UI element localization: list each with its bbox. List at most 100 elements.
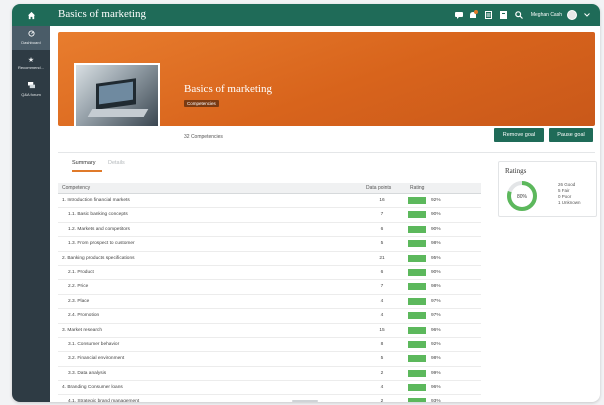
- chat-icon[interactable]: [454, 10, 464, 20]
- tab-summary[interactable]: Summary: [72, 160, 96, 166]
- competency-name: 3.2. Financial environment: [68, 356, 125, 362]
- top-bar: Basics of marketing Meghan Cash: [12, 4, 600, 26]
- table-row[interactable]: 3. Market research 15 96%: [58, 324, 481, 338]
- ratings-donut-chart: 80%: [507, 181, 537, 211]
- table-row[interactable]: 3.1. Consumer behavior 8 92%: [58, 338, 481, 353]
- competency-name: 2.1. Product: [68, 269, 94, 275]
- rating-bar: [408, 197, 426, 204]
- table-row[interactable]: 2.4. Promotion 4 97%: [58, 309, 481, 324]
- table-row[interactable]: 2. Banking products specifications 21 95%: [58, 252, 481, 266]
- horizontal-scrollbar[interactable]: [292, 400, 318, 402]
- data-points-value: 2: [380, 370, 384, 376]
- table-header: Competency Data points Rating: [58, 183, 481, 194]
- table-row[interactable]: 4. Branding Consumer loans 4 96%: [58, 381, 481, 396]
- document-icon[interactable]: [484, 10, 494, 20]
- remove-goal-button[interactable]: Remove goal: [494, 128, 544, 142]
- data-points-value: 5: [380, 356, 384, 362]
- data-points-value: 16: [379, 198, 385, 203]
- data-points-value: 7: [380, 284, 384, 290]
- rating-percent: 98%: [431, 284, 441, 290]
- sidebar-item-dashboard[interactable]: Dashboard: [12, 26, 50, 50]
- pause-goal-button[interactable]: Pause goal: [549, 128, 593, 142]
- book-icon[interactable]: [499, 10, 509, 20]
- competency-name: 4.1. Strategic brand management: [68, 399, 140, 402]
- app-title: Basics of marketing: [58, 8, 146, 20]
- rating-percent: 90%: [431, 269, 441, 275]
- donut-percent: 80%: [517, 194, 528, 200]
- rating-percent: 98%: [431, 356, 441, 362]
- competency-name: 2.3. Place: [68, 298, 90, 304]
- rating-bar: [408, 211, 426, 219]
- competency-count: 32 Competencies: [184, 134, 223, 140]
- rating-bar: [408, 283, 426, 291]
- rating-percent: 93%: [431, 399, 441, 402]
- tab-details[interactable]: Details: [108, 160, 125, 166]
- forum-icon: [27, 82, 35, 92]
- competency-name: 1.2. Markets and competitors: [68, 226, 130, 232]
- table-row[interactable]: 2.1. Product 6 90%: [58, 266, 481, 281]
- rating-percent: 92%: [431, 341, 441, 347]
- rating-percent: 96%: [431, 327, 441, 333]
- table-row[interactable]: 1.2. Markets and competitors 6 90%: [58, 223, 481, 238]
- table-row[interactable]: 3.3. Data analysis 2 99%: [58, 367, 481, 382]
- rating-bar: [408, 297, 426, 305]
- data-points-value: 21: [379, 255, 385, 261]
- table-row[interactable]: 1.1. Basic banking concepts 7 90%: [58, 208, 481, 223]
- data-points-value: 5: [380, 241, 384, 247]
- home-icon[interactable]: [12, 4, 50, 26]
- rating-percent: 92%: [431, 198, 441, 203]
- rating-bar: [408, 326, 426, 334]
- ratings-legend: 26 Good 5 Fair 0 Poor 1 Unknown: [558, 182, 581, 206]
- table-row[interactable]: 3.2. Financial environment 5 98%: [58, 352, 481, 367]
- rating-bar: [408, 355, 426, 363]
- column-header-rating[interactable]: Rating: [410, 185, 424, 191]
- rating-percent: 99%: [431, 370, 441, 376]
- table-row[interactable]: 1.3. From prospect to customer 5 98%: [58, 237, 481, 252]
- rating-percent: 97%: [431, 298, 441, 304]
- sidebar-item-label: Q&A forum: [21, 92, 41, 97]
- table-body: 1. Introduction financial markets 16 92% 1.…: [58, 194, 481, 402]
- rating-bar: [408, 398, 426, 402]
- rating-bar: [408, 240, 426, 248]
- competency-table: Competency Data points Rating 1. Introdu…: [58, 183, 481, 402]
- column-header-data-points[interactable]: Data points: [366, 185, 391, 191]
- competency-name: 3. Market research: [62, 327, 102, 333]
- ratings-panel: Ratings 80% 26 Good 5 Fair 0 Poor 1 Unkn…: [498, 161, 597, 217]
- table-row[interactable]: 2.2. Price 7 98%: [58, 280, 481, 295]
- rating-percent: 90%: [431, 226, 441, 232]
- competency-name: 2.2. Price: [68, 284, 89, 290]
- ratings-title: Ratings: [505, 167, 527, 175]
- star-icon: ★: [27, 57, 35, 64]
- rating-bar: [408, 254, 426, 262]
- sidebar-item-label: Recommend...: [17, 65, 44, 70]
- rating-bar: [408, 384, 426, 392]
- data-points-value: 15: [379, 327, 385, 333]
- table-row[interactable]: 4.1. Strategic brand management 2 93%: [58, 395, 481, 402]
- legend-unknown: 1 Unknown: [558, 200, 581, 205]
- rating-bar: [408, 268, 426, 276]
- competency-name: 3.1. Consumer behavior: [68, 341, 120, 347]
- competency-name: 1.3. From prospect to customer: [68, 241, 135, 247]
- data-points-value: 6: [380, 226, 384, 232]
- rating-percent: 96%: [431, 385, 441, 391]
- column-header-competency[interactable]: Competency: [62, 185, 90, 191]
- sidebar: Dashboard ★ Recommend... Q&A forum: [12, 26, 50, 402]
- notification-icon[interactable]: [469, 10, 479, 20]
- user-avatar[interactable]: [567, 10, 577, 20]
- user-name[interactable]: Meghan Cash: [531, 12, 562, 18]
- rating-bar: [408, 312, 426, 320]
- app-window: Basics of marketing Meghan Cash Dashboar…: [12, 4, 600, 402]
- rating-percent: 95%: [431, 255, 441, 261]
- chevron-down-icon[interactable]: [582, 10, 592, 20]
- sidebar-item-recommended[interactable]: ★ Recommend...: [12, 52, 50, 76]
- course-image: [74, 63, 160, 128]
- course-title: Basics of marketing: [184, 83, 272, 95]
- search-icon[interactable]: [514, 10, 524, 20]
- table-row[interactable]: 1. Introduction financial markets 16 92%: [58, 194, 481, 209]
- rating-percent: 90%: [431, 212, 441, 218]
- data-points-value: 7: [380, 212, 384, 218]
- table-row[interactable]: 2.3. Place 4 97%: [58, 295, 481, 310]
- competency-name: 1. Introduction financial markets: [62, 198, 130, 203]
- sidebar-item-qa-forum[interactable]: Q&A forum: [12, 78, 50, 102]
- data-points-value: 4: [380, 385, 384, 391]
